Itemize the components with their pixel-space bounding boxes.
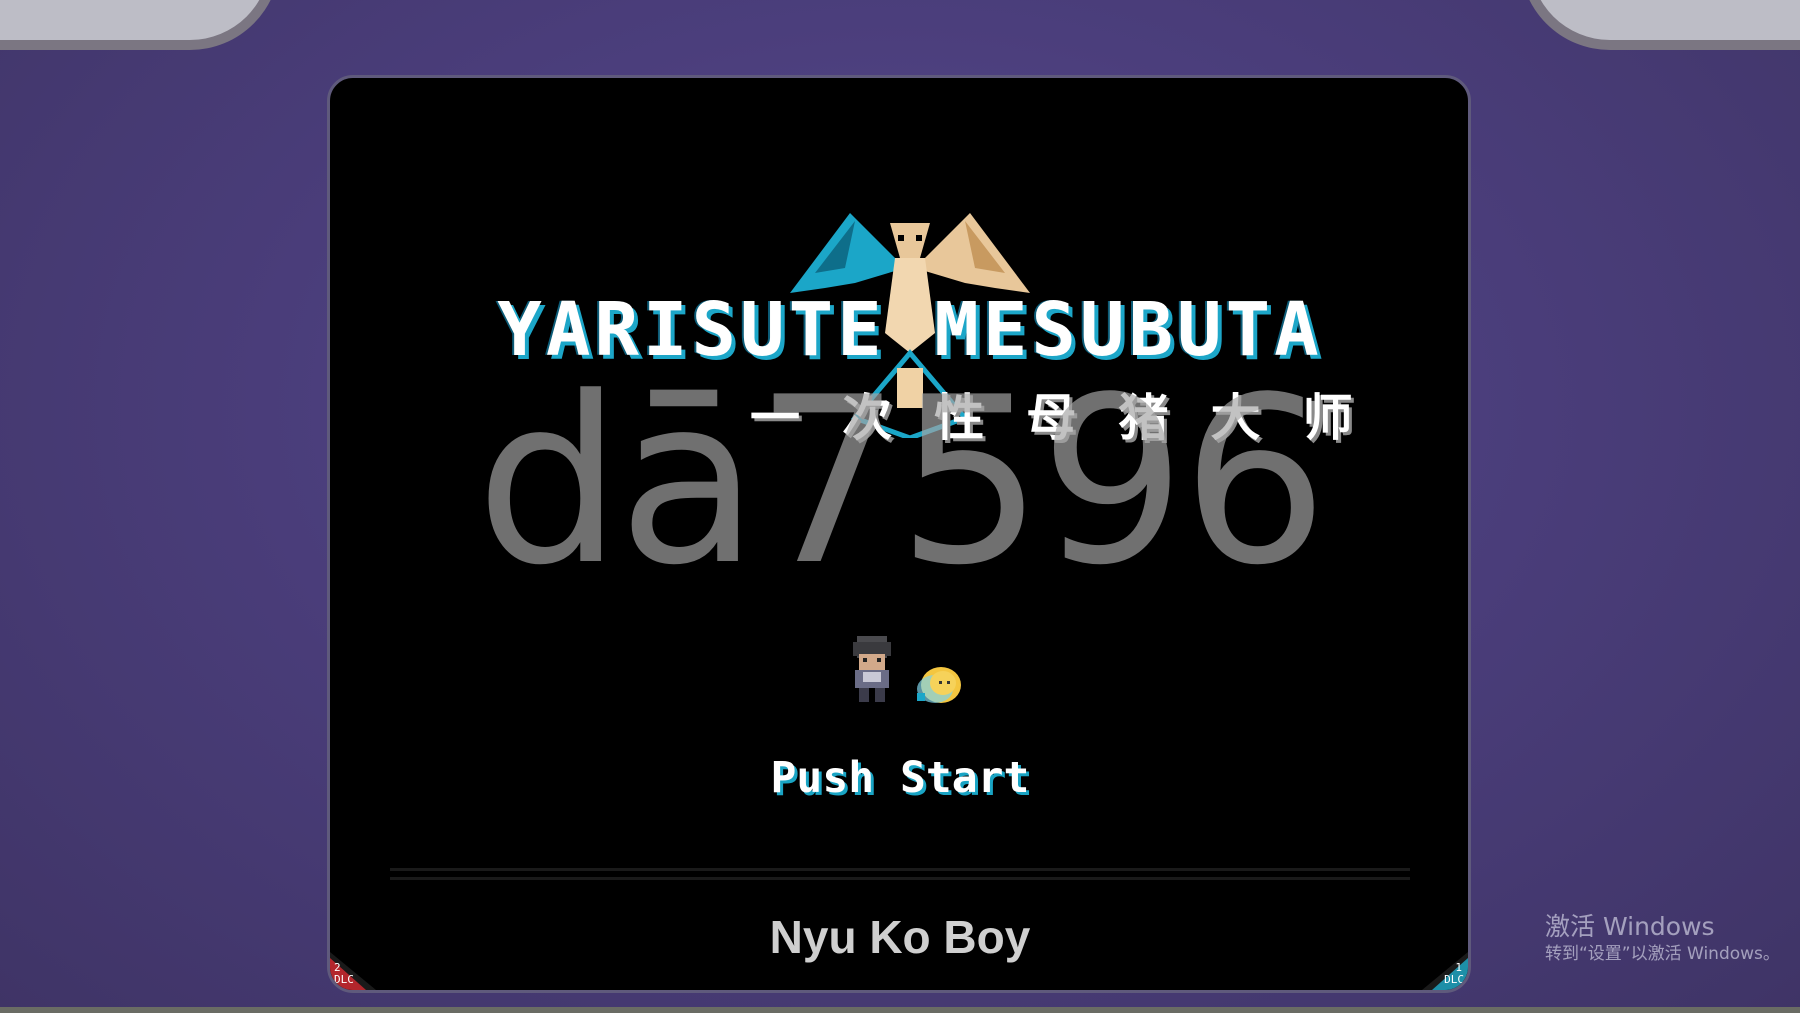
dlc-badge-1-tag: DLC [1444, 973, 1464, 986]
bottom-edge [0, 1007, 1800, 1013]
dlc-badge-2-number: 2 [334, 961, 341, 974]
left-shoulder-button[interactable] [0, 0, 280, 50]
game-screen[interactable]: YARISUTE MESUBUTA 一 次 性 母 猪 大 师 dā7596 P… [327, 75, 1471, 993]
push-start-prompt[interactable]: Push Start [700, 753, 1100, 803]
right-shoulder-button[interactable] [1520, 0, 1800, 50]
windows-activation-notice: 激活 Windows 转到“设置”以激活 Windows。 [1545, 912, 1780, 966]
pet-sprite-icon [917, 667, 961, 703]
dlc-badge-2[interactable]: 2 DLC [330, 952, 376, 990]
windows-activation-hint: 转到“设置”以激活 Windows。 [1545, 944, 1780, 964]
watermark-overlay: dā7596 [475, 349, 1328, 616]
dlc-badge-1[interactable]: 1 DLC [1422, 952, 1468, 990]
dlc-badge-2-tag: DLC [334, 973, 354, 986]
screen-divider [390, 868, 1410, 880]
console-background: YARISUTE MESUBUTA 一 次 性 母 猪 大 师 dā7596 P… [0, 0, 1800, 1013]
console-brand-label: Nyu Ko Boy [769, 911, 1031, 963]
dlc-badge-1-number: 1 [1455, 961, 1462, 974]
player-sprite-icon [853, 636, 891, 702]
windows-activation-title: 激活 Windows [1545, 912, 1715, 941]
